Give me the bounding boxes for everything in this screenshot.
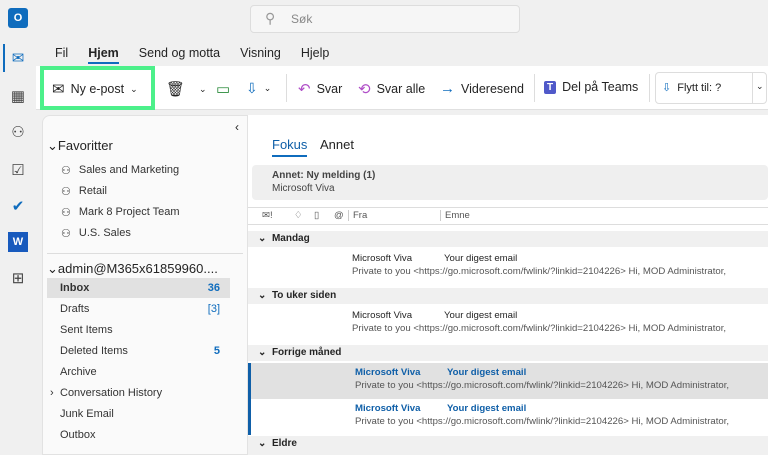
- group-icon: ⚇: [61, 228, 71, 240]
- message-row-selected[interactable]: Microsoft Viva Your digest email Private t…: [248, 363, 768, 399]
- tab-hjem[interactable]: Hjem: [88, 46, 119, 64]
- reply-icon: ↶: [298, 81, 311, 98]
- column-header: ✉! ♢ ▯ @ Fra Emne: [248, 207, 768, 225]
- move-button[interactable]: ⇩ ⌄: [246, 80, 271, 97]
- column-subject[interactable]: Emne: [440, 210, 470, 221]
- message-row[interactable]: Microsoft Viva Your digest email Private t…: [248, 306, 768, 342]
- move-to-icon: ⇩: [662, 82, 672, 94]
- group-icon: ⚇: [61, 186, 71, 198]
- delete-button[interactable]: 🗑 ⌄: [166, 80, 207, 98]
- search-icon: ⚲: [265, 10, 276, 26]
- app-rail: O ✉ ▦ ⚇ ☑ ✔ W ⊞: [0, 0, 36, 451]
- chevron-right-icon[interactable]: ›: [50, 387, 54, 399]
- attachment-icon[interactable]: @: [334, 210, 344, 221]
- other-notice[interactable]: Annet: Ny melding (1) Microsoft Viva: [252, 165, 768, 200]
- reply-all-button[interactable]: ⟲ Svar alle: [358, 80, 425, 98]
- favorite-item[interactable]: ⚇ U.S. Sales: [61, 227, 131, 240]
- chevron-down-icon[interactable]: ⌄: [130, 84, 138, 95]
- folder-deleted[interactable]: Deleted Items 5: [47, 341, 230, 361]
- mail-icon[interactable]: ✉: [8, 48, 28, 68]
- reply-all-icon: ⟲: [358, 81, 371, 98]
- move-folder-icon: ⇩: [246, 80, 258, 96]
- chevron-down-icon: ⌄: [263, 83, 272, 93]
- folder-sent[interactable]: Sent Items: [47, 320, 230, 340]
- column-from[interactable]: Fra: [348, 210, 367, 221]
- move-to-quickstep[interactable]: ⇩ Flytt til: ? ⌄: [655, 72, 767, 104]
- group-header[interactable]: ⌄ Forrige måned: [248, 345, 768, 361]
- archive-icon: ▭: [216, 81, 231, 98]
- reply-button[interactable]: ↶ Svar: [298, 80, 342, 98]
- document-icon[interactable]: ▯: [314, 210, 319, 221]
- trash-icon: 🗑: [166, 81, 186, 98]
- calendar-icon[interactable]: ▦: [8, 86, 28, 106]
- tab-hjelp[interactable]: Hjelp: [301, 46, 330, 64]
- apps-icon[interactable]: ⊞: [8, 268, 28, 288]
- ribbon-toolbar: ✉ Ny e-post ⌄ 🗑 ⌄ ▭ ⇩ ⌄ ↶ Svar ⟲ Svar alle → Vi…: [36, 66, 768, 110]
- tab-fil[interactable]: Fil: [55, 46, 68, 64]
- folder-junk[interactable]: Junk Email: [47, 404, 230, 424]
- folder-pane: ‹ ⌄Favoritter ⚇ Sales and Marketing ⚇ Reta…: [42, 115, 248, 455]
- favorite-item[interactable]: ⚇ Retail: [61, 185, 107, 198]
- forward-button[interactable]: → Videresend: [440, 80, 524, 97]
- collapse-pane-icon[interactable]: ‹: [235, 120, 239, 134]
- todo-icon[interactable]: ✔: [8, 196, 28, 216]
- group-header[interactable]: ⌄ Eldre: [248, 436, 768, 452]
- new-mail-icon: ✉: [52, 81, 65, 98]
- forward-icon: →: [440, 80, 455, 97]
- teams-icon: T: [544, 80, 557, 94]
- reminder-icon[interactable]: ♢: [294, 210, 303, 221]
- tab-visning[interactable]: Visning: [240, 46, 281, 64]
- search-input[interactable]: ⚲ Søk: [250, 5, 520, 33]
- favorite-item[interactable]: ⚇ Sales and Marketing: [61, 164, 179, 177]
- folder-drafts[interactable]: Drafts [3]: [47, 299, 230, 319]
- group-header[interactable]: ⌄ To uker siden: [248, 288, 768, 304]
- tab-send-og-motta[interactable]: Send og motta: [139, 46, 220, 64]
- folder-archive[interactable]: Archive: [47, 362, 230, 382]
- chevron-down-icon[interactable]: ⌄: [199, 84, 207, 95]
- message-list: Fokus Annet Annet: Ny melding (1) Micros…: [248, 115, 768, 452]
- group-icon: ⚇: [61, 207, 71, 219]
- folder-outbox[interactable]: Outbox: [47, 425, 230, 445]
- archive-button[interactable]: ▭: [216, 80, 230, 98]
- folder-conversation-history[interactable]: › Conversation History: [47, 383, 230, 403]
- read-status-icon[interactable]: ✉!: [262, 210, 273, 221]
- outlook-logo-icon: O: [8, 8, 28, 28]
- account-header[interactable]: ⌄admin@M365x61859960....: [47, 261, 218, 277]
- chevron-down-icon[interactable]: ⌄: [752, 73, 766, 103]
- word-icon[interactable]: W: [8, 232, 28, 252]
- share-teams-button[interactable]: T Del på Teams: [544, 80, 638, 94]
- tab-fokus[interactable]: Fokus: [272, 137, 308, 157]
- tasks-icon[interactable]: ☑: [8, 160, 28, 180]
- message-row[interactable]: Microsoft Viva Your digest email Private t…: [248, 249, 768, 285]
- favorites-header[interactable]: ⌄Favoritter: [47, 138, 113, 154]
- tab-annet[interactable]: Annet: [320, 137, 354, 152]
- message-row[interactable]: Microsoft Viva Your digest email Private t…: [248, 399, 768, 435]
- people-icon[interactable]: ⚇: [8, 122, 28, 142]
- group-header[interactable]: ⌄ Mandag: [248, 231, 768, 247]
- group-icon: ⚇: [61, 165, 71, 177]
- new-mail-button[interactable]: ✉ Ny e-post ⌄: [52, 80, 138, 98]
- folder-inbox[interactable]: Inbox 36: [47, 278, 230, 298]
- ribbon-tabs: Fil Hjem Send og motta Visning Hjelp: [55, 46, 329, 64]
- favorite-item[interactable]: ⚇ Mark 8 Project Team: [61, 206, 180, 219]
